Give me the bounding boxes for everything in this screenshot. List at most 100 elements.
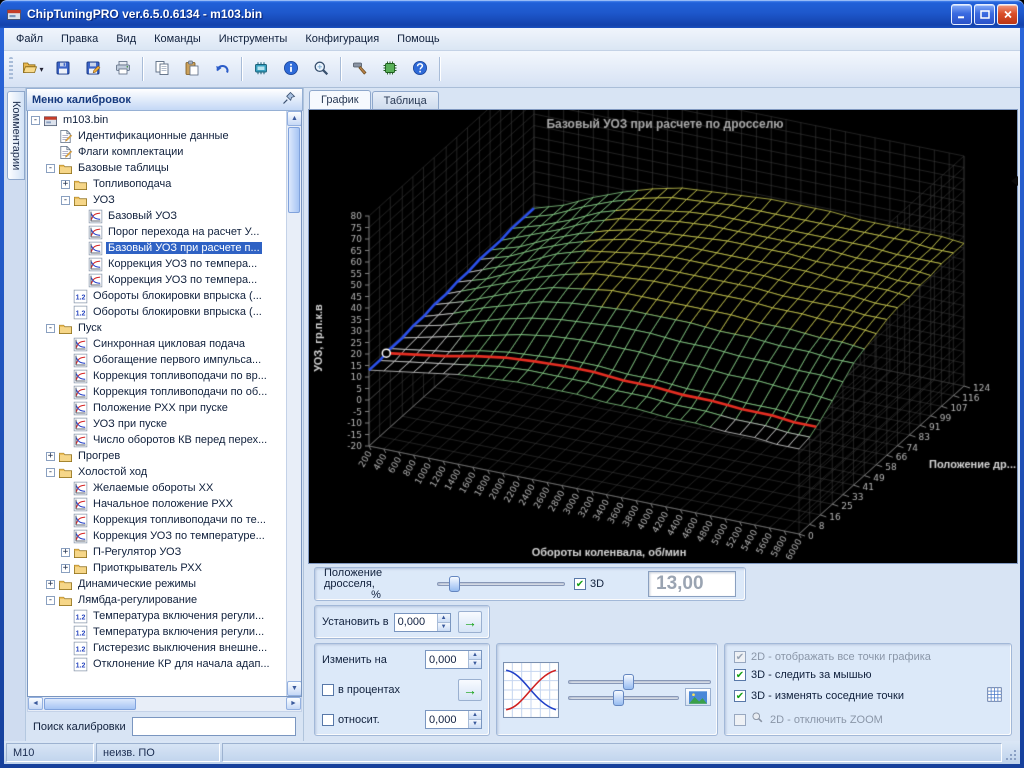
option-3d-edit-neighbors[interactable]: ✔3D - изменять соседние точки — [734, 687, 1002, 705]
pin-icon[interactable] — [281, 90, 297, 109]
tree-item[interactable]: -m103.bin — [28, 112, 286, 128]
tree-item[interactable]: 1.2Обороты блокировки впрыска (... — [28, 304, 286, 320]
print-button[interactable] — [108, 55, 138, 83]
chip-button[interactable] — [375, 55, 405, 83]
menu-item-edit[interactable]: Правка — [52, 30, 107, 48]
tree-item[interactable]: Число оборотов КВ перед перех... — [28, 432, 286, 448]
tree-item[interactable]: -Холостой ход — [28, 464, 286, 480]
checkbox-box[interactable]: ✔ — [574, 578, 586, 590]
save-as-button[interactable] — [78, 55, 108, 83]
minimize-button[interactable] — [951, 4, 972, 25]
toolbar-grip[interactable] — [9, 57, 13, 81]
tree-item[interactable]: +Прогрев — [28, 448, 286, 464]
apply-change-button[interactable]: → — [458, 679, 482, 701]
checkbox-box[interactable]: ✔ — [734, 669, 746, 681]
tree-item[interactable]: -Лямбда-регулирование — [28, 592, 286, 608]
tree-horizontal-scrollbar[interactable]: ◄ ► — [27, 697, 302, 712]
tree-expander[interactable]: - — [46, 164, 55, 173]
spin-down-icon[interactable]: ▼ — [469, 720, 481, 728]
tree-item[interactable]: 1.2Гистерезис выключения внешне... — [28, 640, 286, 656]
slider-thumb[interactable] — [449, 576, 460, 592]
tree-item[interactable]: Положение РХХ при пуске — [28, 400, 286, 416]
tree-item[interactable]: +П-Регулятор УОЗ — [28, 544, 286, 560]
relative-checkbox[interactable]: относит. — [322, 714, 420, 726]
relative-value-field[interactable] — [426, 711, 468, 728]
slider-thumb[interactable] — [623, 674, 634, 690]
tree-item[interactable]: 1.2Отклонение КР для начала адап... — [28, 656, 286, 672]
help-button[interactable] — [405, 55, 435, 83]
checkbox-box[interactable] — [322, 714, 334, 726]
tree-item[interactable]: 1.2Температура включения регули... — [28, 608, 286, 624]
read-module-button[interactable] — [246, 55, 276, 83]
tree-item[interactable]: Коррекция УОЗ по темпера... — [28, 272, 286, 288]
tree-expander[interactable]: - — [31, 116, 40, 125]
resize-grip[interactable] — [1004, 743, 1018, 762]
slider-thumb[interactable] — [613, 690, 624, 706]
comments-tab[interactable]: Комментарии — [7, 91, 25, 180]
tree-item[interactable]: Синхронная цикловая подача — [28, 336, 286, 352]
tree-expander[interactable]: + — [61, 564, 70, 573]
tree-expander[interactable]: + — [61, 548, 70, 557]
tab-table[interactable]: Таблица — [372, 91, 439, 109]
menu-item-view[interactable]: Вид — [107, 30, 145, 48]
grid-icon[interactable] — [987, 687, 1002, 705]
spin-up-icon[interactable]: ▲ — [469, 711, 481, 720]
set-to-value-field[interactable] — [395, 614, 437, 631]
tree-item[interactable]: Базовый УОЗ — [28, 208, 286, 224]
tree-expander[interactable]: + — [46, 580, 55, 589]
tree-item[interactable]: +Топливоподача — [28, 176, 286, 192]
scroll-up-button[interactable]: ▲ — [287, 111, 302, 126]
tools-button[interactable] — [345, 55, 375, 83]
tree-item[interactable]: Коррекция УОЗ по темпера... — [28, 256, 286, 272]
tree-item[interactable]: -УОЗ — [28, 192, 286, 208]
menu-item-file[interactable]: Файл — [7, 30, 52, 48]
3d-checkbox[interactable]: ✔ 3D — [574, 578, 604, 590]
scroll-thumb[interactable] — [44, 698, 136, 710]
paste-button[interactable] — [177, 55, 207, 83]
interpolate-button[interactable] — [685, 688, 711, 706]
tree-expander[interactable]: - — [61, 196, 70, 205]
apply-set-button[interactable]: → — [458, 611, 482, 633]
tree-item[interactable]: Порог перехода на расчет У... — [28, 224, 286, 240]
option-3d-follow-mouse[interactable]: ✔3D - следить за мышью — [734, 669, 1002, 681]
tree-item[interactable]: Флаги комплектации — [28, 144, 286, 160]
tree-item[interactable]: УОЗ при пуске — [28, 416, 286, 432]
change-by-value-field[interactable] — [426, 651, 468, 668]
checkbox-box[interactable]: ✔ — [734, 690, 746, 702]
spin-up-icon[interactable]: ▲ — [438, 614, 450, 623]
close-button[interactable] — [997, 4, 1018, 25]
tree-item[interactable]: Обогащение первого импульса... — [28, 352, 286, 368]
spin-down-icon[interactable]: ▼ — [438, 623, 450, 631]
menu-item-commands[interactable]: Команды — [145, 30, 210, 48]
undo-button[interactable] — [207, 55, 237, 83]
tree-item[interactable]: +Динамические режимы — [28, 576, 286, 592]
tree-item[interactable]: Коррекция топливоподачи по об... — [28, 384, 286, 400]
tree-vertical-scrollbar[interactable]: ▲ ▼ — [286, 111, 301, 696]
tree-item[interactable]: -Пуск — [28, 320, 286, 336]
spin-up-icon[interactable]: ▲ — [469, 651, 481, 660]
checkbox-box[interactable] — [322, 684, 334, 696]
copy-button[interactable] — [147, 55, 177, 83]
dropdown-arrow-icon[interactable]: ▾ — [39, 65, 43, 74]
tree-item[interactable]: -Базовые таблицы — [28, 160, 286, 176]
surface-chart[interactable] — [309, 110, 1017, 563]
scroll-thumb[interactable] — [288, 127, 300, 213]
tree-item[interactable]: Идентификационные данные — [28, 128, 286, 144]
tree-expander[interactable]: - — [46, 596, 55, 605]
percent-checkbox[interactable]: в процентах — [322, 684, 453, 696]
tree-item[interactable]: +Приоткрыватель РХХ — [28, 560, 286, 576]
maximize-button[interactable] — [974, 4, 995, 25]
scroll-down-button[interactable]: ▼ — [287, 681, 302, 696]
tree-expander[interactable]: - — [46, 468, 55, 477]
tree-item[interactable]: Коррекция УОЗ по температуре... — [28, 528, 286, 544]
spin-down-icon[interactable]: ▼ — [469, 660, 481, 668]
tree-item[interactable]: Коррекция топливоподачи по вр... — [28, 368, 286, 384]
throttle-slider[interactable] — [437, 575, 565, 593]
calibration-search-input[interactable] — [132, 717, 296, 736]
tree-item[interactable]: Начальное положение РХХ — [28, 496, 286, 512]
splitter-arrow[interactable] — [1011, 176, 1018, 186]
tab-graph[interactable]: График — [309, 90, 371, 109]
menu-item-configuration[interactable]: Конфигурация — [296, 30, 388, 48]
tree-expander[interactable]: + — [61, 180, 70, 189]
save-button[interactable] — [48, 55, 78, 83]
